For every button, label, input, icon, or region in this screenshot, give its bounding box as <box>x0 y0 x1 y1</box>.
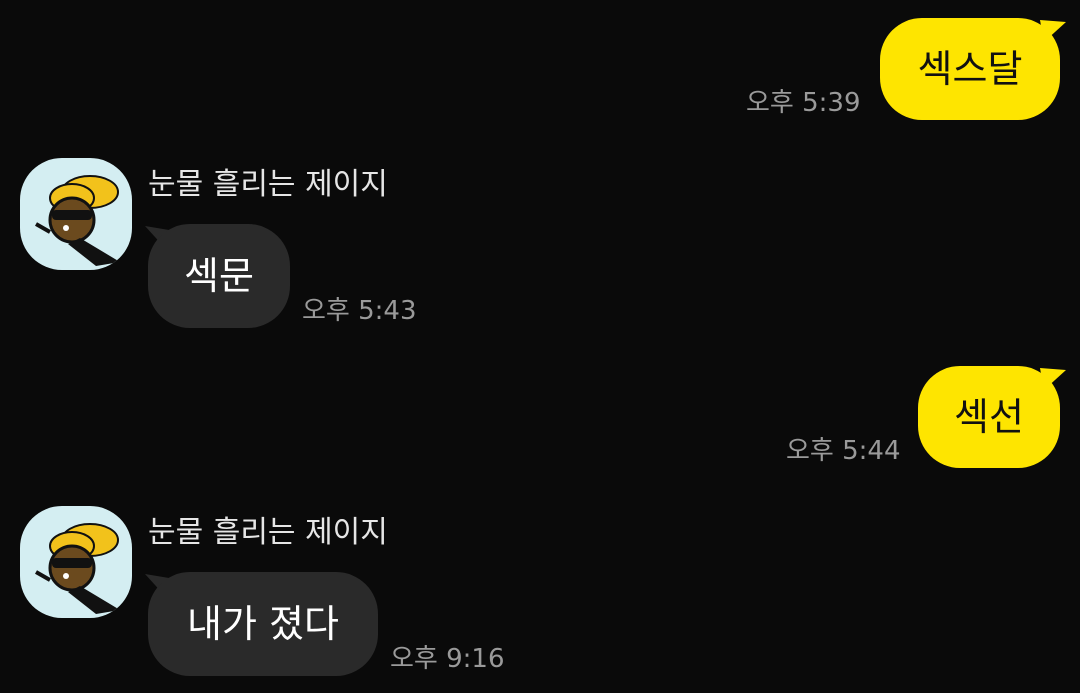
message-time: 오후 5:44 <box>786 436 901 466</box>
crying-character-icon <box>35 175 120 266</box>
sender-avatar[interactable] <box>20 506 132 618</box>
sender-name: 눈물 흘리는 제이지 <box>148 167 388 202</box>
sender-name: 눈물 흘리는 제이지 <box>148 515 388 550</box>
message-time: 오후 9:16 <box>390 644 505 674</box>
other-message-bubble[interactable]: 내가 졌다 <box>148 572 378 676</box>
crying-character-icon <box>35 523 120 614</box>
my-message-bubble[interactable]: 섹스달 <box>880 18 1060 120</box>
sender-avatar[interactable] <box>20 158 132 270</box>
my-message-bubble[interactable]: 섹선 <box>918 366 1060 468</box>
message-time: 오후 5:39 <box>746 88 861 118</box>
chat-room[interactable]: 오후 5:39 섹스달 눈물 흘리는 제이지 섹문 오후 5:43 오후 5:4… <box>0 0 1080 693</box>
other-message-bubble[interactable]: 섹문 <box>148 224 290 328</box>
message-time: 오후 5:43 <box>302 296 417 326</box>
